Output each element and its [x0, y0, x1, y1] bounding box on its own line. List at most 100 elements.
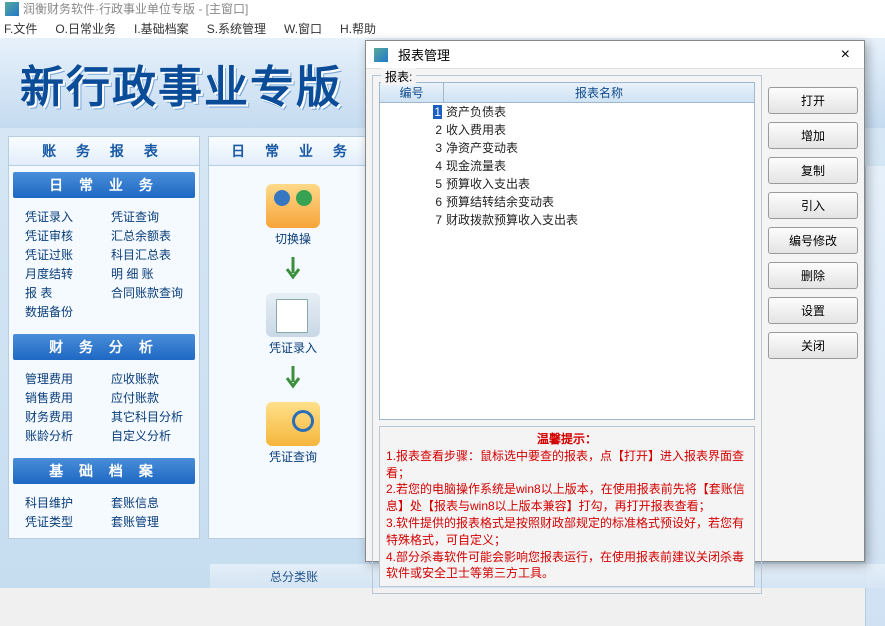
dialog-titlebar[interactable]: 报表管理 × — [366, 41, 864, 69]
link-aging[interactable]: 账龄分析 — [25, 427, 103, 444]
table-row[interactable]: 6预算结转结余变动表 — [380, 193, 754, 211]
menu-base[interactable]: I.基础档案 — [134, 20, 189, 36]
arrow-down-icon-1 — [285, 257, 301, 283]
link-receivable[interactable]: 应收账款 — [111, 370, 189, 387]
col-number[interactable]: 编号 — [380, 83, 444, 102]
link-mgmt-fee[interactable]: 管理费用 — [25, 370, 103, 387]
users-icon — [266, 184, 320, 228]
dialog-buttons: 打开 增加 复制 引入 编号修改 删除 设置 关闭 — [768, 75, 858, 594]
link-fin-fee[interactable]: 财务费用 — [25, 408, 103, 425]
cell-name: 预算结转结余变动表 — [444, 193, 754, 211]
link-contract-query[interactable]: 合同账款查询 — [111, 284, 189, 301]
menu-help[interactable]: H.帮助 — [340, 20, 376, 36]
grid-header: 编号 报表名称 — [380, 83, 754, 103]
cell-number: 7 — [380, 211, 444, 229]
cell-number: 4 — [380, 157, 444, 175]
tips-line-2: 2.若您的电脑操作系统是win8以上版本，在使用报表前先将【套账信息】处【报表与… — [386, 481, 748, 515]
cell-number: 2 — [380, 121, 444, 139]
banner-title: 新行政事业专版 — [20, 51, 342, 115]
center-title: 日 常 业 务 — [209, 137, 377, 166]
document-icon — [266, 293, 320, 337]
link-voucher-audit[interactable]: 凭证审核 — [25, 227, 103, 244]
link-voucher-entry[interactable]: 凭证录入 — [25, 208, 103, 225]
op-voucher-entry-label: 凭证录入 — [269, 339, 317, 356]
report-grid[interactable]: 编号 报表名称 1资产负债表2收入费用表3净资产变动表4现金流量表5预算收入支出… — [379, 82, 755, 420]
cell-name: 预算收入支出表 — [444, 175, 754, 193]
table-row[interactable]: 2收入费用表 — [380, 121, 754, 139]
faded-general-ledger[interactable]: 总分类账 — [270, 568, 318, 585]
arrow-down-icon-2 — [285, 366, 301, 392]
link-summary-balance[interactable]: 汇总余额表 — [111, 227, 189, 244]
cell-name: 净资产变动表 — [444, 139, 754, 157]
menubar: F.文件 O.日常业务 I.基础档案 S.系统管理 W.窗口 H.帮助 — [0, 18, 885, 38]
link-payable[interactable]: 应付账款 — [111, 389, 189, 406]
window-titlebar: 润衡财务软件·行政事业单位专版 - [主窗口] — [0, 0, 885, 18]
tips-box: 温馨提示： 1.报表查看步骤：鼠标选中要查的报表，点【打开】进入报表界面查看； … — [379, 426, 755, 587]
link-other-subj[interactable]: 其它科目分析 — [111, 408, 189, 425]
center-panel: 日 常 业 务 切换操 凭证录入 凭证查询 — [208, 136, 378, 539]
section-header-finance: 财 务 分 析 — [13, 334, 195, 360]
table-row[interactable]: 4现金流量表 — [380, 157, 754, 175]
link-subject-summary[interactable]: 科目汇总表 — [111, 246, 189, 263]
table-row[interactable]: 7财政拨款预算收入支出表 — [380, 211, 754, 229]
close-icon[interactable]: × — [835, 46, 856, 64]
cell-name: 收入费用表 — [444, 121, 754, 139]
sidebar-title: 账 务 报 表 — [9, 137, 199, 166]
links-daily: 凭证录入 凭证查询 凭证审核 汇总余额表 凭证过账 科目汇总表 月度结转 明 细… — [9, 204, 199, 328]
cell-number: 3 — [380, 139, 444, 157]
menu-file[interactable]: F.文件 — [4, 20, 37, 36]
delete-button[interactable]: 删除 — [768, 262, 858, 289]
op-switch-user[interactable]: 切换操 — [266, 184, 320, 247]
cell-number: 1 — [380, 103, 444, 121]
table-row[interactable]: 5预算收入支出表 — [380, 175, 754, 193]
grid-rows: 1资产负债表2收入费用表3净资产变动表4现金流量表5预算收入支出表6预算结转结余… — [380, 103, 754, 419]
op-voucher-query[interactable]: 凭证查询 — [266, 402, 320, 465]
link-report[interactable]: 报 表 — [25, 284, 103, 301]
cell-name: 现金流量表 — [444, 157, 754, 175]
add-button[interactable]: 增加 — [768, 122, 858, 149]
window-title: 润衡财务软件·行政事业单位专版 - [主窗口] — [23, 0, 248, 18]
folder-search-icon — [266, 402, 320, 446]
link-custom[interactable]: 自定义分析 — [111, 427, 189, 444]
report-fieldset: 报表: 编号 报表名称 1资产负债表2收入费用表3净资产变动表4现金流量表5预算… — [372, 75, 762, 594]
link-subject-maint[interactable]: 科目维护 — [25, 494, 103, 511]
link-detail-ledger[interactable]: 明 细 账 — [111, 265, 189, 282]
renumber-button[interactable]: 编号修改 — [768, 227, 858, 254]
links-finance: 管理费用 应收账款 销售费用 应付账款 财务费用 其它科目分析 账龄分析 自定义… — [9, 366, 199, 452]
cell-number: 5 — [380, 175, 444, 193]
section-header-daily: 日 常 业 务 — [13, 172, 195, 198]
menu-window[interactable]: W.窗口 — [284, 20, 322, 36]
link-backup[interactable]: 数据备份 — [25, 303, 103, 320]
dialog-title: 报表管理 — [398, 45, 450, 64]
cell-number: 6 — [380, 193, 444, 211]
link-account-mgmt[interactable]: 套账管理 — [111, 513, 189, 530]
link-voucher-query[interactable]: 凭证查询 — [111, 208, 189, 225]
link-empty1 — [111, 303, 189, 320]
tips-title: 温馨提示： — [386, 431, 748, 448]
table-row[interactable]: 1资产负债表 — [380, 103, 754, 121]
link-month-close[interactable]: 月度结转 — [25, 265, 103, 282]
report-manage-dialog: 报表管理 × 报表: 编号 报表名称 1资产负债表2收入费用表3净资产变动表4现… — [365, 40, 865, 562]
settings-button[interactable]: 设置 — [768, 297, 858, 324]
link-sales-fee[interactable]: 销售费用 — [25, 389, 103, 406]
cell-name: 财政拨款预算收入支出表 — [444, 211, 754, 229]
link-voucher-post[interactable]: 凭证过账 — [25, 246, 103, 263]
link-voucher-type[interactable]: 凭证类型 — [25, 513, 103, 530]
cell-name: 资产负债表 — [444, 103, 754, 121]
sidebar: 账 务 报 表 日 常 业 务 凭证录入 凭证查询 凭证审核 汇总余额表 凭证过… — [8, 136, 200, 539]
tips-line-4: 4.部分杀毒软件可能会影响您报表运行，在使用报表前建议关闭杀毒软件或安全卫士等第… — [386, 549, 748, 583]
link-account-info[interactable]: 套账信息 — [111, 494, 189, 511]
op-switch-user-label: 切换操 — [275, 230, 311, 247]
section-header-base: 基 础 档 案 — [13, 458, 195, 484]
table-row[interactable]: 3净资产变动表 — [380, 139, 754, 157]
menu-system[interactable]: S.系统管理 — [207, 20, 266, 36]
app-icon — [5, 2, 19, 16]
close-button[interactable]: 关闭 — [768, 332, 858, 359]
col-name[interactable]: 报表名称 — [444, 83, 754, 102]
import-button[interactable]: 引入 — [768, 192, 858, 219]
menu-daily[interactable]: O.日常业务 — [55, 20, 116, 36]
copy-button[interactable]: 复制 — [768, 157, 858, 184]
op-voucher-entry[interactable]: 凭证录入 — [266, 293, 320, 356]
dialog-icon — [374, 48, 388, 62]
open-button[interactable]: 打开 — [768, 87, 858, 114]
